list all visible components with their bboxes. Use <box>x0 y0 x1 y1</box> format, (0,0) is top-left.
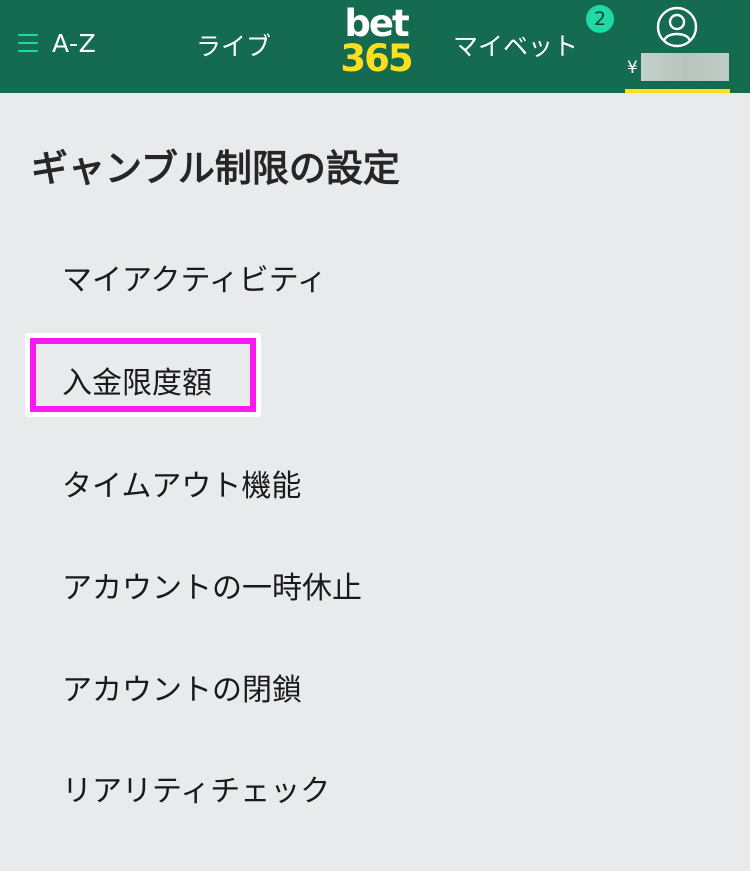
top-header: A-Z ライブ bet 365 マイベット 2 ¥ <box>0 0 750 93</box>
my-bets-count-badge: 2 <box>586 5 614 33</box>
my-bets-link[interactable]: マイベット <box>453 27 578 63</box>
account-button[interactable]: ¥ <box>625 0 730 93</box>
a-z-label: A-Z <box>52 28 97 58</box>
account-active-underline <box>625 89 730 93</box>
user-icon <box>656 6 698 48</box>
hamburger-icon <box>18 34 40 52</box>
menu-item-timeout[interactable]: タイムアウト機能 <box>62 461 301 505</box>
menu-item-reality-check[interactable]: リアリティチェック <box>62 766 330 810</box>
logo-text-bottom: 365 <box>340 37 413 80</box>
menu-item-deposit-limit[interactable]: 入金限度額 <box>62 358 212 402</box>
currency-symbol: ¥ <box>627 58 638 78</box>
menu-item-account-suspension[interactable]: アカウントの一時休止 <box>62 563 362 607</box>
a-z-menu-button[interactable]: A-Z <box>18 26 96 60</box>
balance-redacted <box>641 53 729 81</box>
page-title: ギャンブル制限の設定 <box>31 147 400 190</box>
menu-item-my-activity[interactable]: マイアクティビティ <box>62 255 327 299</box>
bet365-logo[interactable]: bet 365 <box>338 5 414 80</box>
live-link[interactable]: ライブ <box>196 27 271 63</box>
menu-item-account-closure[interactable]: アカウントの閉鎖 <box>62 665 302 709</box>
